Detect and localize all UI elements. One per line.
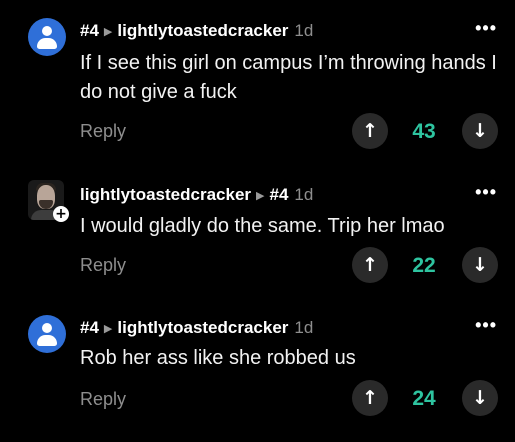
user-avatar-icon[interactable] bbox=[28, 18, 66, 56]
avatar-head bbox=[42, 323, 52, 333]
vote-score: 22 bbox=[412, 254, 436, 277]
avatar-body bbox=[37, 38, 57, 49]
comment-tag[interactable]: #4 bbox=[80, 21, 99, 41]
downvote-button[interactable]: ↓ bbox=[462, 247, 498, 283]
avatar-head bbox=[42, 26, 52, 36]
user-avatar-icon[interactable] bbox=[28, 315, 66, 353]
reply-to-username[interactable]: lightlytoastedcracker bbox=[117, 318, 288, 338]
comment-text: Rob her ass like she robbed us bbox=[80, 347, 356, 369]
reply-button[interactable]: Reply bbox=[80, 389, 126, 410]
comment-text: I would gladly do the same. Trip her lma… bbox=[80, 215, 445, 237]
more-options-icon[interactable]: ••• bbox=[475, 315, 497, 336]
avatar-body bbox=[37, 335, 57, 346]
upvote-button[interactable]: ↑ bbox=[352, 247, 388, 283]
vote-score: 43 bbox=[412, 120, 436, 143]
reply-to-arrow-icon: ▶ bbox=[103, 322, 113, 335]
comment-1: #4 ▶ lightlytoastedcracker 1d ••• If I s… bbox=[0, 0, 515, 160]
comment-text: If I see this girl on campus I’m throwin… bbox=[80, 52, 497, 103]
reply-to-username[interactable]: lightlytoastedcracker bbox=[117, 21, 288, 41]
comment-header: #4 ▶ lightlytoastedcracker 1d bbox=[80, 20, 313, 42]
upvote-button[interactable]: ↑ bbox=[352, 380, 388, 416]
reply-to-arrow-icon: ▶ bbox=[256, 189, 265, 202]
comment-header: lightlytoastedcracker ▶ #4 1d bbox=[80, 184, 313, 206]
comment-time: 1d bbox=[294, 185, 314, 204]
reply-to-tag[interactable]: #4 bbox=[269, 185, 288, 205]
reply-to-arrow-icon: ▶ bbox=[103, 25, 113, 38]
comment-2: + lightlytoastedcracker ▶ #4 1d ••• I wo… bbox=[0, 164, 515, 300]
comment-time: 1d bbox=[294, 21, 314, 40]
author-username[interactable]: lightlytoastedcracker bbox=[80, 185, 251, 205]
comment-time: 1d bbox=[294, 318, 314, 337]
comment-header: #4 ▶ lightlytoastedcracker 1d bbox=[80, 317, 313, 339]
downvote-button[interactable]: ↓ bbox=[462, 113, 498, 149]
downvote-button[interactable]: ↓ bbox=[462, 380, 498, 416]
reply-button[interactable]: Reply bbox=[80, 255, 126, 276]
more-options-icon[interactable]: ••• bbox=[475, 18, 497, 39]
reply-button[interactable]: Reply bbox=[80, 121, 126, 142]
vote-score: 24 bbox=[412, 387, 436, 410]
comment-tag[interactable]: #4 bbox=[80, 318, 99, 338]
plus-icon[interactable]: + bbox=[53, 206, 69, 222]
more-options-icon[interactable]: ••• bbox=[475, 182, 497, 203]
comment-3: #4 ▶ lightlytoastedcracker 1d ••• Rob he… bbox=[0, 298, 515, 442]
upvote-button[interactable]: ↑ bbox=[352, 113, 388, 149]
